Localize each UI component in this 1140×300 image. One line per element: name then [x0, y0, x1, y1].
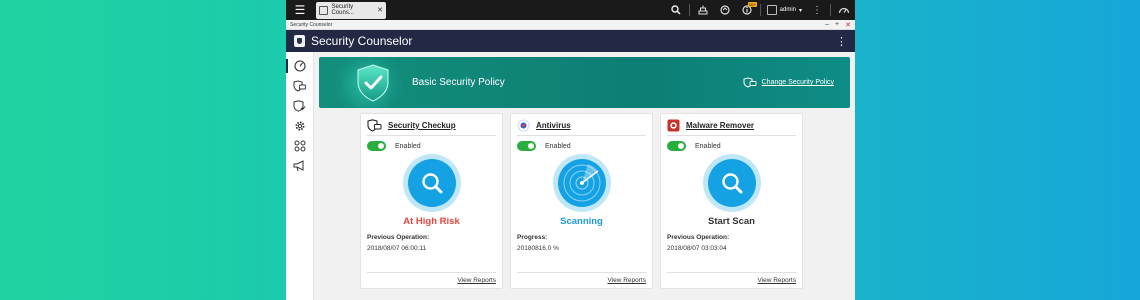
search-icon[interactable]: [665, 0, 687, 20]
enable-toggle[interactable]: [667, 141, 686, 151]
app-title: Security Counselor: [311, 34, 413, 48]
view-reports-link[interactable]: View Reports: [517, 272, 646, 284]
security-checkup-card: Security Checkup Enabled At High Risk Pr…: [360, 113, 503, 289]
card-title[interactable]: Security Checkup: [388, 121, 456, 130]
separator: [759, 4, 761, 16]
window-icon: [319, 5, 329, 15]
scan-button[interactable]: [402, 154, 461, 212]
status-text: Scanning: [560, 216, 603, 227]
megaphone-icon: [293, 160, 304, 172]
radar-icon: [563, 164, 600, 202]
separator: [688, 4, 690, 16]
apps-grid-icon: [294, 140, 305, 152]
malware-remover-card: Malware Remover Enabled Start Scan Previ…: [660, 113, 803, 289]
banner-title: Basic Security Policy: [412, 77, 505, 88]
dashboard-gauge-icon[interactable]: [833, 0, 855, 20]
close-icon[interactable]: ✕: [845, 21, 851, 29]
nav-apps[interactable]: [286, 138, 314, 154]
shield-check-icon: [293, 100, 306, 112]
shield-check-icon: [349, 63, 397, 103]
info-label: Previous Operation:: [367, 234, 430, 241]
scan-button[interactable]: [702, 154, 761, 212]
change-security-policy-label: Change Security Policy: [761, 79, 834, 86]
chevron-down-icon: ▾: [798, 7, 802, 14]
info-label: Progress:: [517, 234, 548, 241]
separator: [830, 4, 831, 16]
change-security-policy-link[interactable]: Change Security Policy: [743, 77, 834, 88]
nav-security-checkup[interactable]: [286, 78, 314, 94]
nav-announcements[interactable]: [286, 158, 314, 174]
minimize-icon[interactable]: –: [825, 21, 829, 29]
gear-icon: [295, 121, 304, 131]
qts-desktop: ☰ Security Couns... ✕ 10+ admin ▾ ⋮ Secu…: [285, 0, 855, 300]
toggle-label: Enabled: [695, 142, 721, 150]
shield-chat-icon: [367, 119, 382, 132]
main-content: Basic Security Policy Change Security Po…: [314, 52, 855, 300]
user-name: admin: [779, 7, 796, 13]
info-label: Previous Operation:: [667, 234, 730, 241]
magnifier-icon: [421, 173, 442, 194]
main-menu-icon[interactable]: ☰: [286, 0, 314, 20]
enable-toggle[interactable]: [367, 141, 386, 151]
nav-antivirus[interactable]: [286, 98, 314, 114]
status-text: Start Scan: [708, 216, 755, 227]
app-tab-security-counselor[interactable]: Security Couns... ✕: [316, 1, 386, 19]
antivirus-card: Antivirus Enabled Scanning Progress: 201…: [510, 113, 653, 289]
stack-icon[interactable]: [692, 0, 714, 20]
qts-taskbar: ☰ Security Couns... ✕ 10+ admin ▾ ⋮: [286, 0, 855, 20]
gauge-icon: [293, 60, 306, 72]
notification-icon[interactable]: 10+: [736, 0, 758, 20]
nav-settings[interactable]: [286, 118, 314, 134]
maximize-icon[interactable]: +: [835, 21, 839, 29]
info-value: 20180816.0 %: [517, 245, 559, 252]
window-title-bar: Security Counselor – + ✕: [286, 20, 855, 30]
user-menu[interactable]: admin ▾: [763, 5, 806, 15]
policy-shield-icon: [743, 77, 757, 88]
toggle-label: Enabled: [545, 142, 571, 150]
window-title: Security Counselor: [290, 21, 333, 28]
malware-remover-icon: [667, 119, 680, 132]
security-counselor-logo-icon: [294, 35, 305, 47]
notification-badge: 10+: [747, 2, 757, 7]
toggle-label: Enabled: [395, 142, 421, 150]
scan-progress-radar[interactable]: [552, 154, 611, 212]
card-title[interactable]: Malware Remover: [686, 121, 754, 130]
enable-toggle[interactable]: [517, 141, 536, 151]
avatar-icon: [766, 5, 777, 15]
app-more-icon[interactable]: ⋮: [836, 35, 847, 48]
close-tab-icon[interactable]: ✕: [377, 6, 383, 14]
app-header: Security Counselor ⋮: [286, 30, 855, 52]
view-reports-link[interactable]: View Reports: [667, 272, 796, 284]
info-value: 2018/08/07 03:03:04: [667, 245, 727, 252]
side-nav: [285, 52, 314, 300]
status-text: At High Risk: [403, 216, 460, 227]
card-title[interactable]: Antivirus: [536, 121, 571, 130]
shield-chat-icon: [293, 80, 306, 92]
security-policy-banner: Basic Security Policy Change Security Po…: [319, 57, 850, 108]
antivirus-target-icon: [517, 119, 530, 132]
magnifier-icon: [721, 173, 742, 194]
info-value: 2018/08/07 06:00:11: [367, 245, 427, 252]
nav-overview[interactable]: [285, 58, 314, 74]
app-tab-label: Security Couns...: [331, 4, 354, 16]
view-reports-link[interactable]: View Reports: [367, 272, 496, 284]
sync-icon[interactable]: [714, 0, 736, 20]
more-options-icon[interactable]: ⋮: [806, 0, 828, 20]
